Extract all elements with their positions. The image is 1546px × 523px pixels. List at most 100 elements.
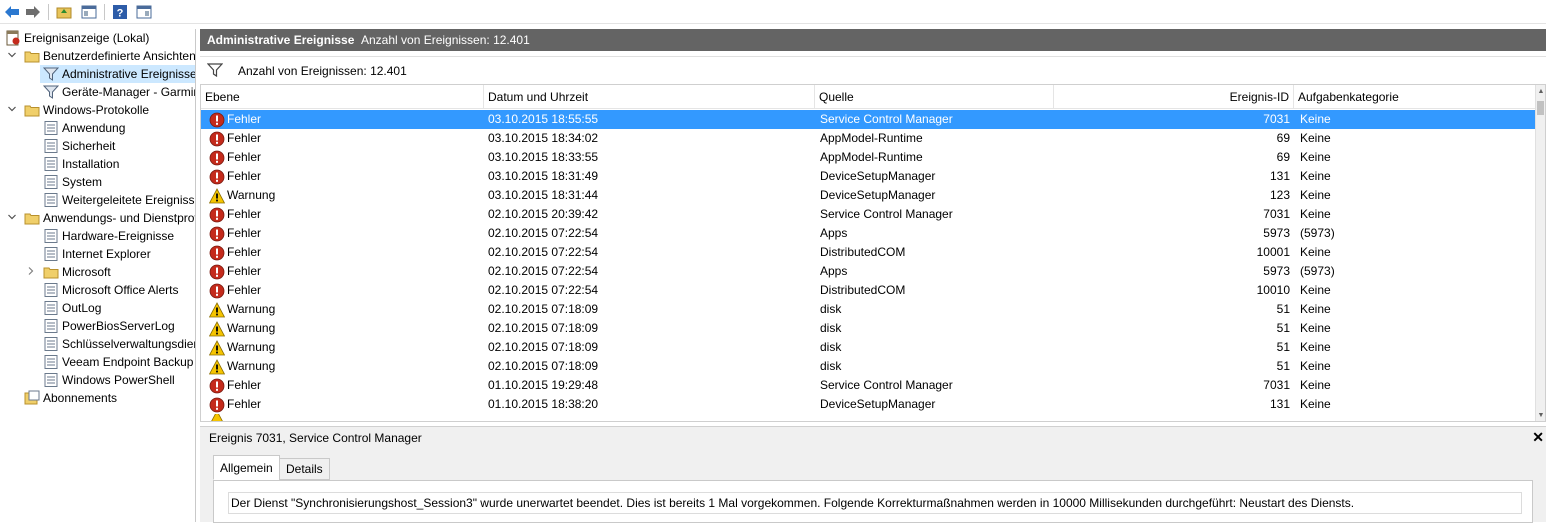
- show-hide-action-pane-icon[interactable]: [135, 3, 153, 21]
- scroll-down-icon[interactable]: ▼: [1537, 411, 1545, 421]
- close-icon[interactable]: ✕: [1532, 429, 1544, 446]
- filter-icon[interactable]: [206, 63, 224, 80]
- forward-arrow-icon[interactable]: [24, 3, 42, 21]
- column-header-task-category[interactable]: Aufgabenkategorie: [1294, 85, 1537, 109]
- table-row[interactable]: Fehler 03.10.2015 18:34:02 AppModel-Runtim…: [201, 129, 1537, 148]
- tree-item-benutzerdefinierte-ansichten[interactable]: Benutzerdefinierte Ansichten: [0, 47, 195, 65]
- table-row[interactable]: Fehler 01.10.2015 18:38:20 DeviceSetupMana…: [201, 395, 1537, 414]
- cell-level: Fehler: [227, 378, 262, 392]
- cell-date: 02.10.2015 07:18:09: [488, 359, 599, 373]
- table-row[interactable]: Fehler 02.10.2015 07:22:54 DistributedCOM 1…: [201, 281, 1537, 300]
- cell-source: disk: [820, 359, 842, 373]
- tree-item-internet-explorer[interactable]: Internet Explorer: [0, 245, 195, 263]
- cell-task-category: (5973): [1300, 226, 1335, 240]
- tab-details[interactable]: Details: [279, 458, 330, 480]
- log-icon: [43, 372, 59, 388]
- cell-date: 03.10.2015 18:31:44: [488, 188, 599, 202]
- tree-item-outlog[interactable]: OutLog: [0, 299, 195, 317]
- chevron-down-icon[interactable]: [7, 50, 17, 62]
- cell-event-id: 51: [1276, 359, 1290, 373]
- folder-icon: [24, 210, 40, 226]
- tree-item-microsoft-office-alerts[interactable]: Microsoft Office Alerts: [0, 281, 195, 299]
- column-header-level[interactable]: Ebene: [201, 85, 484, 109]
- column-header-date[interactable]: Datum und Uhrzeit: [484, 85, 815, 109]
- error-icon: [209, 397, 225, 413]
- tree-item-geräte-manager-garmin[interactable]: Geräte-Manager - Garmin: [0, 83, 195, 101]
- table-row[interactable]: Fehler 02.10.2015 07:22:54 DistributedCOM 1…: [201, 243, 1537, 262]
- cell-event-id: 7031: [1263, 112, 1290, 126]
- cell-level: Warnung: [227, 340, 276, 354]
- tree-item-installation[interactable]: Installation: [0, 155, 195, 173]
- table-row[interactable]: Fehler 01.10.2015 19:29:48 Service Control…: [201, 376, 1537, 395]
- cell-source: DeviceSetupManager: [820, 188, 936, 202]
- folder-up-icon[interactable]: [55, 3, 73, 21]
- table-row[interactable]: Fehler 02.10.2015 20:39:42 Service Control…: [201, 205, 1537, 224]
- tree-item-microsoft[interactable]: Microsoft: [0, 263, 195, 281]
- tree-item-windows-powershell[interactable]: Windows PowerShell: [0, 371, 195, 389]
- tree-item-windows-protokolle[interactable]: Windows-Protokolle: [0, 101, 195, 119]
- scroll-thumb[interactable]: [1537, 101, 1544, 115]
- cell-date: 03.10.2015 18:33:55: [488, 150, 599, 164]
- tree-item-weitergeleitete-ereignisse[interactable]: Weitergeleitete Ereignisse: [0, 191, 195, 209]
- tree-item-powerbiosserverlog[interactable]: PowerBiosServerLog: [0, 317, 195, 335]
- cell-date: 02.10.2015 07:18:09: [488, 321, 599, 335]
- error-icon: [209, 264, 225, 280]
- tree-item-label: Sicherheit: [62, 139, 116, 153]
- log-icon: [43, 354, 59, 370]
- column-header-event-id[interactable]: Ereignis-ID: [1054, 85, 1294, 109]
- error-icon: [209, 169, 225, 185]
- table-row[interactable]: Fehler 03.10.2015 18:31:49 DeviceSetupMana…: [201, 167, 1537, 186]
- chevron-down-icon[interactable]: [7, 212, 17, 224]
- tree-item-administrative-ereignisse[interactable]: Administrative Ereignisse: [40, 65, 195, 83]
- table-row[interactable]: Fehler 02.10.2015 07:22:54 Apps 5973 (5973): [201, 262, 1537, 281]
- log-icon: [43, 336, 59, 352]
- table-row[interactable]: Fehler 03.10.2015 18:33:55 AppModel-Runtim…: [201, 148, 1537, 167]
- cell-level: Fehler: [227, 150, 262, 164]
- cell-task-category: (5973): [1300, 264, 1335, 278]
- event-message: Der Dienst "Synchronisierungshost_Sessio…: [228, 492, 1522, 514]
- chevron-right-icon[interactable]: [26, 266, 36, 278]
- cell-event-id: 7031: [1263, 378, 1290, 392]
- view-event-count: Anzahl von Ereignissen: 12.401: [361, 33, 530, 47]
- show-hide-console-tree-icon[interactable]: [80, 3, 98, 21]
- cell-event-id: 10001: [1256, 245, 1290, 259]
- tree-item-schlüsselverwaltungsdienst[interactable]: Schlüsselverwaltungsdienst: [0, 335, 195, 353]
- tree-item-hardware-ereignisse[interactable]: Hardware-Ereignisse: [0, 227, 195, 245]
- error-icon: [209, 378, 225, 394]
- tree-item-abonnements[interactable]: Abonnements: [0, 389, 195, 407]
- cell-level: Warnung: [227, 359, 276, 373]
- event-detail-pane: Ereignis 7031, Service Control Manager ✕…: [200, 426, 1546, 523]
- tree-item-system[interactable]: System: [0, 173, 195, 191]
- vertical-scrollbar[interactable]: ▲ ▼: [1535, 85, 1545, 421]
- error-icon: [209, 131, 225, 147]
- cell-task-category: Keine: [1300, 359, 1331, 373]
- table-row[interactable]: Fehler 03.10.2015 18:55:55 Service Control…: [201, 110, 1537, 129]
- table-row[interactable]: Warnung 02.10.2015 07:18:09 disk 51 Keine: [201, 357, 1537, 376]
- table-row[interactable]: Warnung 03.10.2015 18:31:44 DeviceSetupMan…: [201, 186, 1537, 205]
- table-row[interactable]: Fehler 02.10.2015 07:22:54 Apps 5973 (5973): [201, 224, 1537, 243]
- cell-level: Fehler: [227, 207, 262, 221]
- tab-allgemein[interactable]: Allgemein: [213, 455, 280, 480]
- tree-item-label: Veeam Endpoint Backup: [62, 355, 194, 369]
- tree-item-veeam-endpoint-backup[interactable]: Veeam Endpoint Backup: [0, 353, 195, 371]
- tree-item-anwendung[interactable]: Anwendung: [0, 119, 195, 137]
- table-row[interactable]: Warnung 02.10.2015 07:18:09 disk 51 Keine: [201, 338, 1537, 357]
- help-icon[interactable]: ?: [111, 3, 129, 21]
- cell-task-category: Keine: [1300, 321, 1331, 335]
- table-row[interactable]: Warnung 02.10.2015 07:18:09 disk 51 Keine: [201, 300, 1537, 319]
- chevron-down-icon[interactable]: [7, 104, 17, 116]
- tree-item-sicherheit[interactable]: Sicherheit: [0, 137, 195, 155]
- cell-date: 02.10.2015 07:22:54: [488, 264, 599, 278]
- tree-item-label: Microsoft: [62, 265, 111, 279]
- cell-event-id: 51: [1276, 340, 1290, 354]
- tree-item-label: Windows-Protokolle: [43, 103, 150, 117]
- tree-item-label: Hardware-Ereignisse: [62, 229, 175, 243]
- column-header-source[interactable]: Quelle: [815, 85, 1054, 109]
- scroll-up-icon[interactable]: ▲: [1537, 87, 1545, 97]
- table-row[interactable]: Warnung 02.10.2015 07:18:09 disk 51 Keine: [201, 319, 1537, 338]
- cell-event-id: 51: [1276, 302, 1290, 316]
- cell-source: Apps: [820, 264, 848, 278]
- tree-item-anwendungs-und-dienstprotokolle[interactable]: Anwendungs- und Dienstprotokolle: [0, 209, 195, 227]
- back-arrow-icon[interactable]: [3, 3, 21, 21]
- tree-item-ereignisanzeige-lokal[interactable]: Ereignisanzeige (Lokal): [0, 29, 195, 47]
